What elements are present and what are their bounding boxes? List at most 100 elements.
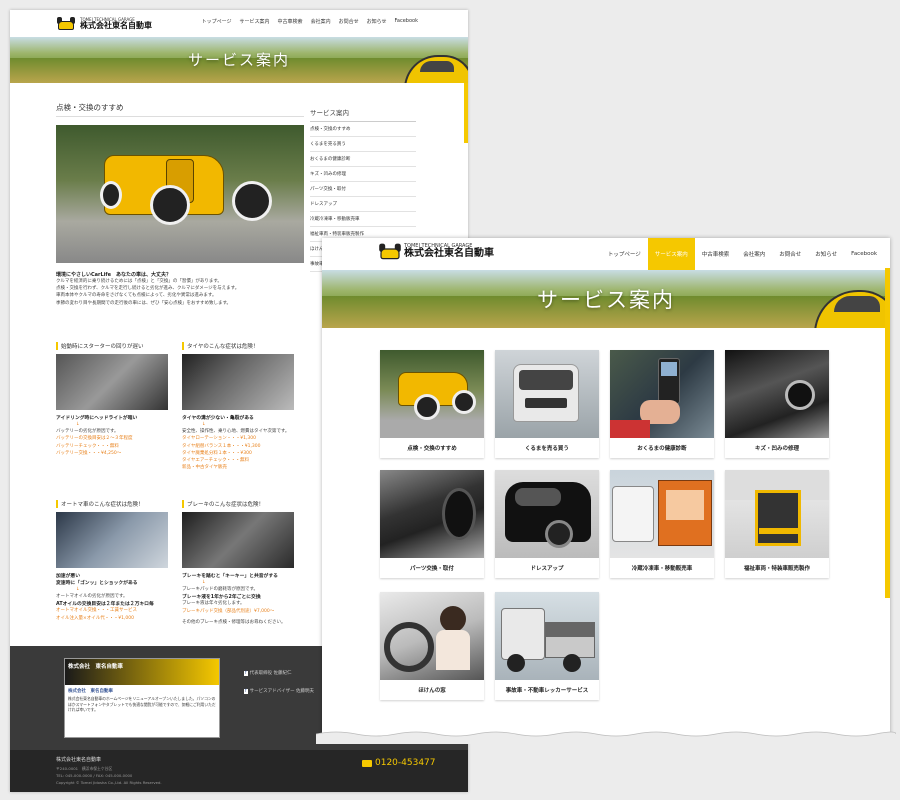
nav-item-used-cars[interactable]: 中古車検索 — [695, 238, 737, 270]
lead-line: 車両本体やクルマの寿命をさげなくても点検によって、劣化や異常は進みます。 — [56, 293, 217, 299]
food-truck-icon — [610, 470, 714, 558]
section-title: 始動時にスターターの回りが遅い — [56, 342, 168, 350]
main-nav: トップページ サービス案内 中古車検索 会社案内 お問合せ お知らせ Faceb… — [202, 18, 418, 25]
cause-text: ブレーキ液は年々劣化します。 — [182, 601, 245, 607]
lead-line: クルマを経済的に乗り続けるためには「点検」と「交換」の「習慣」があります。 — [56, 279, 222, 284]
sidebar-item[interactable]: キズ・凹みの修理 — [310, 167, 416, 182]
footer-phone[interactable]: 0120-453477 — [362, 758, 436, 768]
footer-link[interactable]: f サービスアドバイザー 佐藤明夫 — [244, 688, 314, 694]
woman-driving-icon — [380, 592, 484, 680]
section-brakes: ブレーキのこんな症状は危険！ ブレーキを踏むと「キーキー」と共音がする ↓ ブレ… — [182, 492, 294, 626]
nav-item-used-cars[interactable]: 中古車検索 — [278, 18, 303, 25]
facebook-icon: f — [244, 671, 248, 676]
sidebar-item[interactable]: パーツ交換・取付 — [310, 182, 416, 197]
service-tile[interactable]: おくるまの健康診断 — [610, 350, 714, 458]
sidebar-item[interactable]: おくるまの健康診断 — [310, 152, 416, 167]
nav-item-news[interactable]: お知らせ — [808, 238, 844, 270]
service-tile-label: ドレスアップ — [530, 566, 564, 572]
service-tile[interactable]: 冷蔵冷凍車・移動販売車 — [610, 470, 714, 578]
section-title: タイヤのこんな症状は危険！ — [182, 342, 294, 350]
nav-item-news[interactable]: お知らせ — [367, 18, 387, 25]
facebook-widget[interactable]: 株式会社 東名自動車 株式会社 東名自動車 株式会社東名自動車のホームページをリ… — [64, 658, 220, 738]
nav-item-top[interactable]: トップページ — [202, 18, 232, 25]
symptom-text: アイドリング時にヘッドライトが暗い — [56, 416, 138, 421]
nav-item-contact[interactable]: お問合せ — [772, 238, 808, 270]
price-item: バッテリーチェック・・・無料 — [56, 443, 119, 449]
logo-company-name: 株式会社東名自動車 — [80, 20, 152, 30]
service-tile-label: くるまを売る買う — [525, 446, 569, 452]
service-tile[interactable]: 点検・交換のすすめ — [380, 350, 484, 458]
price-item: オイル注入量×オイル代・・・¥1,000 — [56, 615, 135, 621]
service-tile[interactable]: 事故車・不動車レッカーサービス — [495, 592, 599, 700]
price-item: バッテリー交換・・・¥4,250〜 — [56, 450, 122, 456]
diagnostic-tool-icon — [610, 350, 714, 438]
arrow-text: ↓ — [202, 580, 206, 585]
lead-line: 季節の変わり目や長期間での走行後の車には、ぜひ「安心点検」をおすすめ致します。 — [56, 300, 232, 306]
car-door-icon — [725, 350, 829, 438]
engine-photo — [56, 354, 168, 410]
service-tile-label: 福祉車両・特装車販売製作 — [743, 566, 810, 572]
footer-tel: TEL: 045-000-0000 / FAX: 045-000-0000 — [56, 773, 133, 778]
service-tile[interactable]: ほけんの窓 — [380, 592, 484, 700]
logo-company-name: 株式会社東名自動車 — [404, 248, 494, 259]
price-item: ブレーキパッド交換（部品代別途）¥7,000〜 — [182, 608, 275, 614]
arrow-text: ↓ — [76, 422, 80, 427]
logo-mark-icon — [378, 243, 402, 260]
facebook-widget-title: 株式会社 東名自動車 — [65, 659, 219, 685]
nav-item-top[interactable]: トップページ — [601, 238, 648, 270]
hotrod-photo — [56, 125, 304, 263]
site-logo[interactable]: TOMEI TECHNICAL GARAGE 株式会社東名自動車 — [378, 243, 494, 260]
torn-edge — [316, 731, 896, 744]
nav-item-contact[interactable]: お問合せ — [339, 18, 359, 25]
price-item: オートマオイル交換・・・工賃サービス — [56, 608, 137, 614]
hotrod-icon — [380, 350, 484, 438]
scroll-indicator[interactable] — [464, 83, 468, 143]
site-header: TOMEI TECHNICAL GARAGE 株式会社東名自動車 トップページ … — [10, 10, 468, 37]
tow-truck-icon — [495, 592, 599, 680]
section-tires: タイヤのこんな症状は危険！ タイヤの溝が少ない・亀裂がある ↓ 安全性、操作性、… — [182, 334, 294, 471]
nav-item-service[interactable]: サービス案内 — [240, 18, 270, 25]
service-index-screenshot: TOMEI TECHNICAL GARAGE 株式会社東名自動車 トップページ … — [322, 238, 890, 738]
facebook-post-text: 株式会社東名自動車のホームページをリニューアルオープンいたしました。パソコンのほ… — [68, 696, 216, 713]
nav-item-facebook[interactable]: Facebook — [844, 238, 884, 270]
sidebar-item[interactable]: ドレスアップ — [310, 197, 416, 212]
logo-mark-icon — [56, 16, 76, 31]
symptom-text: 変速時に「ゴンッ」とショックがある — [56, 581, 138, 586]
price-item: バッテリーの交換目安は２〜３年程度 — [56, 436, 133, 442]
cause-text: 安全性、操作性、乗り心地、燃費はタイヤ次第です。 — [182, 429, 290, 435]
cause-text: オートマオイルの劣化が原因です。 — [56, 594, 128, 600]
footer-link-label: サービスアドバイザー 佐藤明夫 — [249, 689, 315, 694]
compact-car-icon — [495, 470, 599, 558]
footer-copyright: Copyright © Tomei Jidosha Co.,Ltd. All R… — [56, 780, 162, 785]
nav-item-company[interactable]: 会社案内 — [311, 18, 331, 25]
service-tile[interactable]: ドレスアップ — [495, 470, 599, 578]
minivan-icon — [495, 350, 599, 438]
service-tile[interactable]: パーツ交換・取付 — [380, 470, 484, 578]
site-logo[interactable]: TOMEI TECHNICAL GARAGE 株式会社東名自動車 — [56, 16, 152, 31]
sidebar-item[interactable]: 冷蔵冷凍車・移動販売車 — [310, 212, 416, 227]
hero-banner: サービス案内 — [10, 37, 468, 83]
footer-bottom: 株式会社東名自動車 〒240-0001 横浜市保土ケ谷区 TEL: 045-00… — [10, 750, 468, 792]
facebook-post-name[interactable]: 株式会社 東名自動車 — [68, 688, 216, 694]
interval-text: ATオイルの交換目安は２年または２万キロ毎 — [56, 602, 154, 608]
scroll-indicator[interactable] — [885, 268, 890, 598]
footer-link[interactable]: f 代表取締役 佐藤紀仁 — [244, 670, 292, 676]
wheelchair-lift-icon — [725, 470, 829, 558]
sidebar-heading: サービス案内 — [310, 107, 416, 122]
section-automatic: オートマ車のこんな症状は危険！ 加速が悪い 変速時に「ゴンッ」とショックがある … — [56, 492, 168, 622]
arrow-text: ↓ — [76, 587, 80, 592]
note-text: その他のブレーキ点検・修理等はお尋ねください。 — [182, 619, 286, 625]
brake-pedal-photo — [182, 512, 294, 568]
footer-address: 〒240-0001 横浜市保土ケ谷区 — [56, 766, 113, 771]
hero-title: サービス案内 — [187, 51, 290, 69]
nav-item-company[interactable]: 会社案内 — [736, 238, 772, 270]
service-tile[interactable]: キズ・凹みの修理 — [725, 350, 829, 458]
interval-text: ブレーキ液を1年から2年ごとに交換 — [182, 595, 261, 601]
sidebar-item[interactable]: くるまを売る買う — [310, 137, 416, 152]
sidebar-item[interactable]: 点検・交換のすすめ — [310, 122, 416, 137]
service-tile[interactable]: 福祉車両・特装車販売製作 — [725, 470, 829, 578]
nav-item-service[interactable]: サービス案内 — [647, 238, 695, 270]
main-nav: トップページ サービス案内 中古車検索 会社案内 お問合せ お知らせ Faceb… — [601, 238, 884, 270]
nav-item-facebook[interactable]: Facebook — [395, 18, 419, 25]
service-tile[interactable]: くるまを売る買う — [495, 350, 599, 458]
